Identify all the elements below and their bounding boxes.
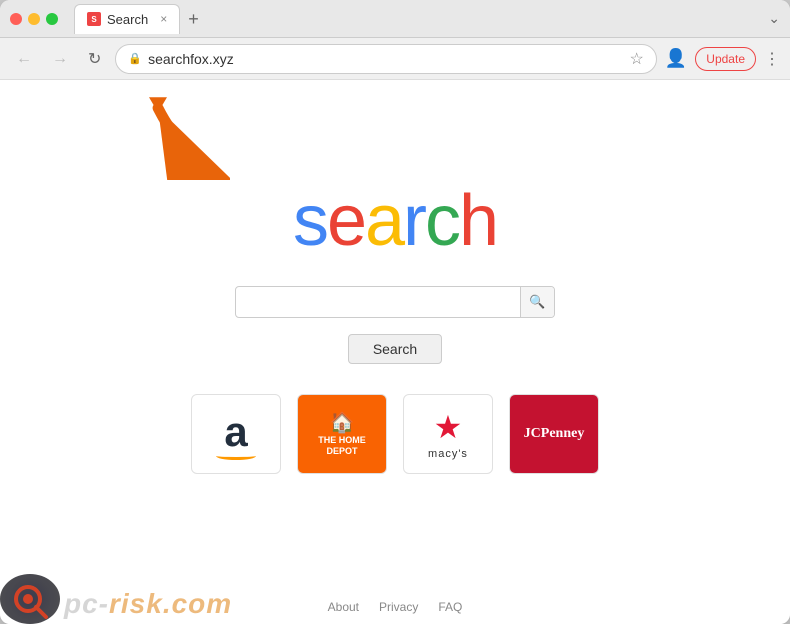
menu-button[interactable]: ⋮	[764, 49, 780, 69]
address-bar-container: 🔒 ☆	[115, 44, 656, 74]
shortcuts-row: a 🏠 THE HOME DEPOT ★ macy'	[191, 394, 599, 474]
tab-area: S Search × +	[74, 4, 760, 34]
search-icon-button[interactable]: 🔍	[520, 286, 554, 318]
search-button[interactable]: Search	[348, 334, 442, 364]
active-tab[interactable]: S Search ×	[74, 4, 180, 34]
tab-close-button[interactable]: ×	[160, 12, 167, 26]
homedepot-logo: 🏠 THE HOME DEPOT	[318, 411, 366, 457]
shortcut-jcpenney[interactable]: JCPenney	[509, 394, 599, 474]
shortcut-macys[interactable]: ★ macy's	[403, 394, 493, 474]
footer-faq[interactable]: FAQ	[438, 600, 462, 614]
close-button[interactable]	[10, 13, 22, 25]
footer-privacy[interactable]: Privacy	[379, 600, 418, 614]
watermark-colored: risk.com	[109, 588, 232, 619]
search-logo: search	[293, 180, 497, 262]
minimize-button[interactable]	[28, 13, 40, 25]
amazon-arrow	[216, 452, 256, 460]
footer-links: About Privacy FAQ	[328, 600, 463, 614]
shortcut-homedepot[interactable]: 🏠 THE HOME DEPOT	[297, 394, 387, 474]
refresh-button[interactable]: ↻	[82, 45, 107, 73]
address-bar[interactable]	[148, 51, 623, 67]
amazon-logo: a	[216, 408, 256, 460]
content-area: search 🔍 Search a 🏠	[0, 80, 790, 624]
search-content: search 🔍 Search a 🏠	[191, 180, 599, 474]
logo-s: s	[293, 181, 327, 261]
bookmark-button[interactable]: ☆	[630, 49, 644, 69]
logo-r: r	[403, 181, 425, 261]
shortcut-amazon[interactable]: a	[191, 394, 281, 474]
macys-logo: ★ macy's	[428, 408, 468, 460]
forward-button[interactable]: →	[46, 46, 74, 72]
lock-icon: 🔒	[128, 52, 142, 65]
new-tab-button[interactable]: +	[180, 10, 207, 28]
macys-text: macy's	[428, 448, 468, 460]
update-button[interactable]: Update	[695, 47, 756, 71]
logo-h: h	[459, 181, 497, 261]
search-input[interactable]	[236, 294, 520, 310]
logo-e: e	[327, 181, 365, 261]
browser-window: S Search × + ⌄ ← → ↻ 🔒 ☆ 👤 Update ⋮	[0, 0, 790, 624]
logo-a: a	[365, 181, 403, 261]
toolbar: ← → ↻ 🔒 ☆ 👤 Update ⋮	[0, 38, 790, 80]
back-button[interactable]: ←	[10, 46, 38, 72]
arrow-indicator	[140, 90, 230, 185]
search-input-row: 🔍	[235, 286, 555, 318]
watermark: pc-risk.com	[0, 574, 232, 624]
watermark-logo	[0, 574, 60, 624]
tab-title: Search	[107, 12, 148, 27]
macys-star: ★	[434, 408, 463, 446]
logo-c: c	[425, 181, 459, 261]
tab-favicon: S	[87, 12, 101, 26]
arrow-svg	[140, 90, 230, 180]
footer-about[interactable]: About	[328, 600, 359, 614]
watermark-text: pc-risk.com	[64, 588, 232, 620]
jcpenney-logo: JCPenney	[524, 426, 585, 442]
maximize-button[interactable]	[46, 13, 58, 25]
window-controls	[10, 13, 58, 25]
title-bar: S Search × + ⌄	[0, 0, 790, 38]
profile-button[interactable]: 👤	[665, 48, 687, 69]
chevron-button[interactable]: ⌄	[768, 10, 780, 27]
